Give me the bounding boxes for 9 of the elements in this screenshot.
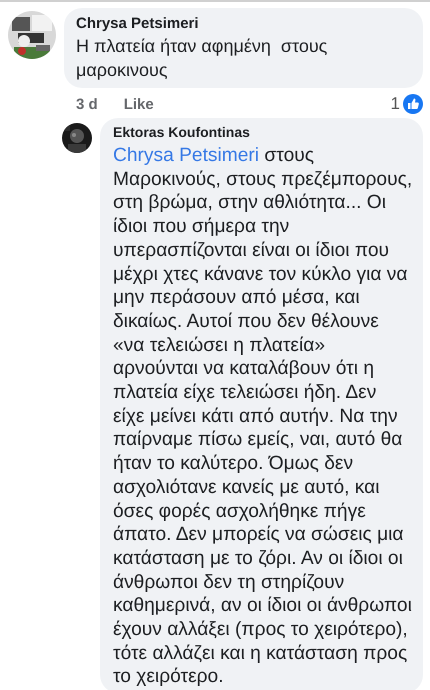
reaction-count[interactable]: 1 — [390, 94, 400, 114]
like-link[interactable]: Like — [124, 96, 154, 112]
comment-text: Η πλατεία ήταν αφημένη στους μαροκινους — [76, 35, 328, 82]
comment-author[interactable]: Chrysa Petsimeri — [76, 14, 199, 34]
thumbs-up-icon — [403, 94, 423, 114]
mention-link[interactable]: Chrysa Petsimeri — [113, 145, 260, 166]
reply-text: Chrysa Petsimeri στους Μαροκινούς, στους πρεζέμπορους, στη βρώμα, στην αθλιότητα... Οι ίδιοι που σήμερα την υπερασπίζονται είναι οι ίδιοι που μέχρι χτες κάνανε τον κύκλο για να μην περάσουν από μέσα, και δικαίως. Αυτοί που δεν θέλουνε «να τελειώσει η πλατεία» αρνούνται να καταλάβουν ότι η πλατεία είχε τελειώσει ήδη. Δεν είχε μείνει κάτι από αυτήν. Να την παίρναμε πίσω εμείς, ναι, αυτό θα ήταν το καλύτερο. Όμως δεν ασχολιότανε κανείς με αυτό, και όσες φορές ασχολήθηκε πήγε άπατο. Δεν μπορείς να σώσεις μια κατάσταση με το ζόρι. Αν οι ίδιοι οι άνθρωποι δεν τη στηρίζουν καθημερινά, αν οι ίδιοι οι άνθρωποι έχουν αλλάξει (προς το χειρότερο), τότε αλλάζει και η κατάσταση προς το χειρότερο. — [113, 144, 413, 690]
reply-author[interactable]: Ektoras Koufontinas — [113, 122, 250, 142]
comment-time: 3 d — [76, 96, 98, 112]
